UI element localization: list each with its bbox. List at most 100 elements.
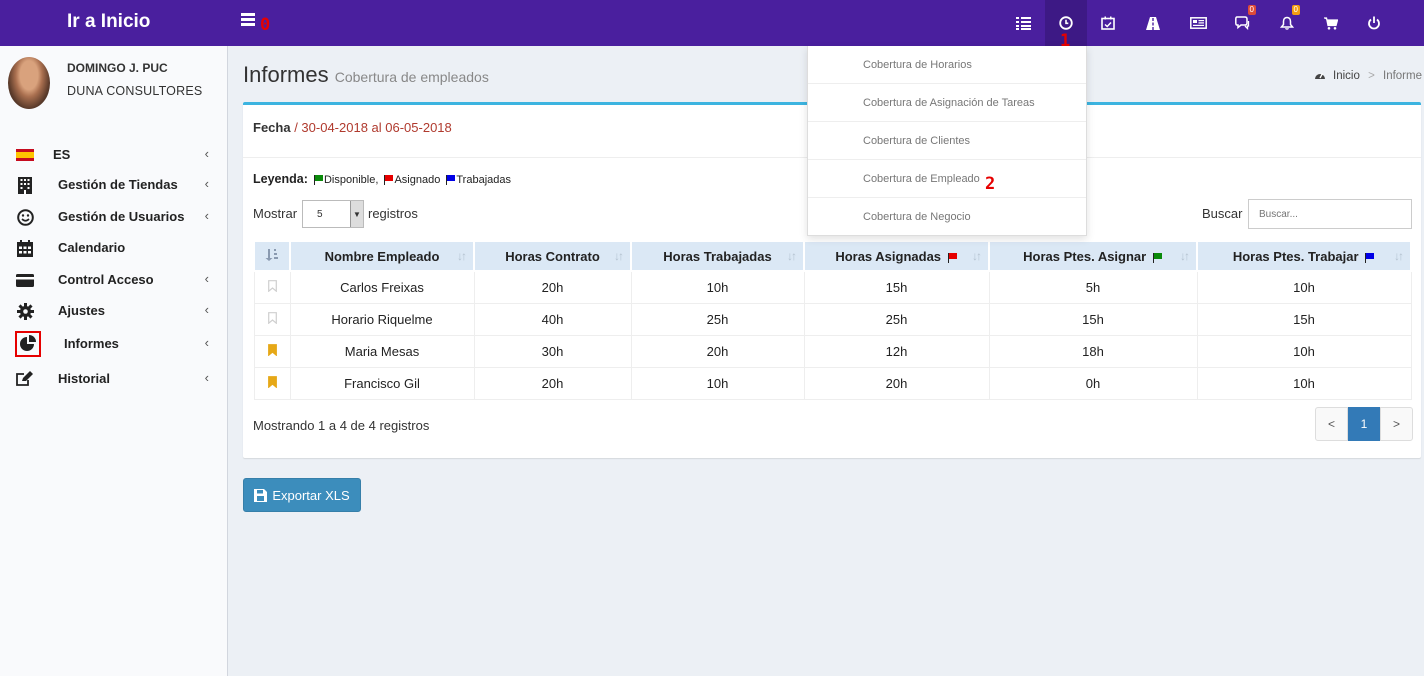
power-icon[interactable] [1353, 0, 1395, 46]
pagination-page-1[interactable]: 1 [1348, 407, 1380, 441]
chat-badge: 0 [1247, 5, 1256, 15]
sort-icon: ↓↑ [457, 249, 467, 263]
sidebar-item-informes[interactable]: Informes ‹ [0, 329, 227, 359]
table-cell: 15h [803, 270, 990, 304]
sort-icon: ↓↑ [1394, 249, 1404, 263]
column-header-contrato[interactable]: Horas Contrato ↓↑ [473, 240, 632, 272]
column-header-asignadas[interactable]: Horas Asignadas ↓↑ [803, 240, 990, 272]
user-name: DOMINGO J. PUC [67, 61, 168, 75]
calendar-icon [15, 239, 35, 257]
table-cell: 0h [988, 366, 1198, 400]
table-cell: 12h [803, 334, 990, 368]
top-navbar: Ir a Inicio 0 1 0 0 [0, 0, 1424, 51]
sidebar-item-historial[interactable]: Historial ‹ [0, 364, 227, 394]
table-cell: 10h [1196, 366, 1412, 400]
table-row: Horario Riquelme 40h 25h 25h 15h 15h [253, 302, 1412, 336]
column-header-ptes-trabajar[interactable]: Horas Ptes. Trabajar ↓↑ [1196, 240, 1412, 272]
bookmark-cell[interactable] [253, 366, 291, 400]
home-link[interactable]: Ir a Inicio [0, 0, 228, 46]
sidebar-item-ajustes[interactable]: Ajustes ‹ [0, 296, 227, 326]
edit-icon [15, 370, 35, 388]
credit-card-icon [15, 271, 35, 289]
cart-icon[interactable] [1310, 0, 1352, 46]
table-cell: 5h [988, 270, 1198, 304]
bell-badge: 0 [1291, 5, 1300, 15]
dropdown-item-negocio[interactable]: Cobertura de Negocio [808, 198, 1086, 236]
column-header-trabajadas[interactable]: Horas Trabajadas ↓↑ [630, 240, 805, 272]
bookmark-cell[interactable] [253, 270, 291, 304]
pagination-next[interactable]: > [1380, 407, 1413, 441]
table-cell: 18h [988, 334, 1198, 368]
breadcrumb-current: Informe [1383, 70, 1422, 82]
spain-flag-icon [15, 146, 35, 164]
sort-icon: ↓↑ [787, 249, 797, 263]
table-cell: 25h [803, 302, 990, 336]
sort-icon: ↓↑ [614, 249, 624, 263]
sidebar-item-calendario[interactable]: Calendario [0, 233, 227, 263]
table-cell: 15h [988, 302, 1198, 336]
chevron-left-icon: ‹ [204, 208, 209, 223]
pie-chart-icon [15, 331, 41, 357]
menu-toggle-icon[interactable] [241, 13, 255, 27]
gear-icon [15, 302, 35, 320]
search-input[interactable] [1248, 199, 1412, 229]
sidebar: DOMINGO J. PUC DUNA CONSULTORES ES ‹ Ges… [0, 46, 228, 676]
smile-icon [15, 208, 35, 226]
table-info: Mostrando 1 a 4 de 4 registros [253, 418, 430, 433]
list-icon[interactable] [1002, 0, 1044, 46]
chevron-left-icon: ‹ [204, 271, 209, 286]
bookmark-cell[interactable] [253, 334, 291, 368]
date-range: Fecha / 30-04-2018 al 06-05-2018 [253, 120, 452, 135]
table-cell: Francisco Gil [289, 366, 475, 400]
bookmark-cell[interactable] [253, 302, 291, 336]
calendar-check-icon[interactable] [1087, 0, 1129, 46]
dropdown-item-horarios[interactable]: Cobertura de Horarios [808, 46, 1086, 84]
export-xls-button[interactable]: Exportar XLS [243, 478, 361, 512]
pagination: < 1 > [1315, 407, 1413, 441]
sort-amount-icon [265, 248, 278, 261]
table-cell: 10h [630, 270, 805, 304]
sort-bookmark-column[interactable] [253, 240, 291, 272]
date-range-value: 30-04-2018 al 06-05-2018 [301, 120, 452, 135]
dashboard-icon [1314, 73, 1325, 79]
table-row: Maria Mesas 30h 20h 12h 18h 10h [253, 334, 1412, 368]
table-cell: 15h [1196, 302, 1412, 336]
chevron-left-icon: ‹ [204, 146, 209, 161]
table-cell: 20h [630, 334, 805, 368]
pagination-prev[interactable]: < [1315, 407, 1348, 441]
table-row: Carlos Freixas 20h 10h 15h 5h 10h [253, 270, 1412, 304]
show-label: Mostrar [253, 206, 298, 221]
dropdown-item-clientes[interactable]: Cobertura de Clientes [808, 122, 1086, 160]
table-cell: Horario Riquelme [289, 302, 475, 336]
header-flag-green-icon [1152, 252, 1162, 263]
select-arrow-icon: ▼ [350, 201, 363, 227]
column-header-nombre[interactable]: Nombre Empleado ↓↑ [289, 240, 475, 272]
newspaper-icon[interactable] [1177, 0, 1219, 46]
chevron-left-icon: ‹ [204, 176, 209, 191]
chevron-left-icon: ‹ [204, 370, 209, 385]
table-cell: 20h [473, 270, 632, 304]
dropdown-item-asignacion-tareas[interactable]: Cobertura de Asignación de Tareas [808, 84, 1086, 122]
reports-dropdown-menu: Cobertura de Horarios Cobertura de Asign… [807, 46, 1087, 236]
legend: Leyenda: Disponible, Asignado Trabajadas [253, 172, 511, 186]
chat-icon[interactable]: 0 [1222, 0, 1264, 46]
bell-icon[interactable]: 0 [1266, 0, 1308, 46]
avatar [8, 57, 50, 109]
search-label: Buscar [1202, 206, 1243, 221]
sidebar-item-gestion-tiendas[interactable]: Gestión de Tiendas ‹ [0, 170, 227, 200]
records-label: registros [368, 206, 418, 221]
road-icon[interactable] [1132, 0, 1174, 46]
chevron-left-icon: ‹ [204, 302, 209, 317]
sidebar-item-control-acceso[interactable]: Control Acceso ‹ [0, 265, 227, 295]
column-header-ptes-asignar[interactable]: Horas Ptes. Asignar ↓↑ [988, 240, 1198, 272]
annotation-marker-2: 2 [985, 174, 996, 194]
breadcrumb-home[interactable]: Inicio [1333, 70, 1360, 82]
sidebar-item-gestion-usuarios[interactable]: Gestión de Usuarios ‹ [0, 202, 227, 232]
page-size-select[interactable]: 5 ▼ [302, 200, 364, 228]
sidebar-item-language[interactable]: ES ‹ [0, 140, 227, 170]
table-cell: 10h [1196, 270, 1412, 304]
annotation-marker-0: 0 [260, 15, 271, 35]
dropdown-item-empleado[interactable]: Cobertura de Empleado [808, 160, 1086, 198]
table-header-row: Nombre Empleado ↓↑ Horas Contrato ↓↑ Horas… [253, 240, 1412, 272]
table-cell: 20h [803, 366, 990, 400]
